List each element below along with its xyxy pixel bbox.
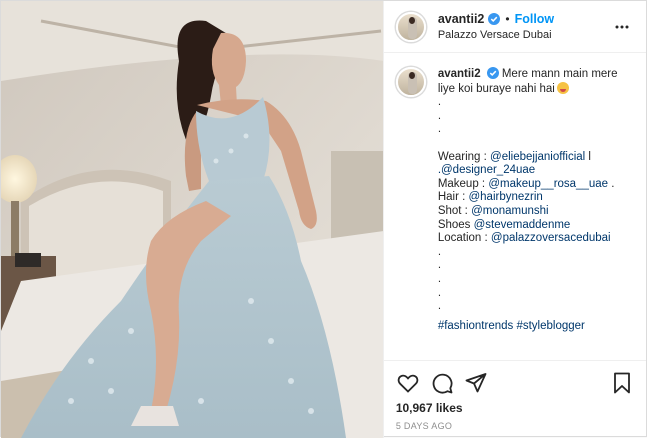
caption-text: avantii2 Mere mann main mere liye koi bu…: [438, 67, 633, 360]
header-text: avantii2 • Follow Palazzo Versace Dubai: [438, 12, 610, 41]
paper-plane-icon[interactable]: [464, 371, 488, 395]
more-options-button[interactable]: [610, 19, 634, 35]
tongue-emoji-icon: [556, 81, 569, 94]
makeup-label: Makeup :: [437, 177, 489, 190]
verified-badge-icon: [488, 13, 501, 25]
post-photo[interactable]: [1, 1, 383, 438]
caption-dot: .: [437, 300, 442, 313]
follow-button[interactable]: Follow: [515, 12, 555, 26]
post-image: [1, 1, 383, 438]
username-link[interactable]: avantii2: [438, 12, 485, 26]
caption-area: avantii2 Mere mann main mere liye koi bu…: [384, 53, 646, 360]
post-actions: 10,967 likes 5 DAYS AGO: [383, 360, 646, 438]
separator-dot: •: [505, 12, 510, 26]
hair-label: Hair :: [437, 191, 469, 204]
location-link[interactable]: Palazzo Versace Dubai: [438, 29, 610, 41]
verified-badge-icon: [486, 67, 499, 79]
timestamp[interactable]: 5 DAYS AGO: [396, 421, 634, 431]
comment-icon[interactable]: [430, 371, 454, 395]
caption-dot: .: [437, 286, 442, 299]
post-header: avantii2 • Follow Palazzo Versace Dubai: [383, 1, 646, 53]
caption-dot: .: [437, 123, 442, 136]
hashtags-link[interactable]: #fashiontrends #styleblogger: [438, 320, 633, 334]
caption-dot: .: [437, 259, 442, 272]
shoes-label: Shoes: [437, 218, 474, 231]
caption-username[interactable]: avantii2: [438, 68, 481, 80]
mention-link[interactable]: @makeup__rosa__uae: [488, 178, 608, 190]
likes-count[interactable]: 10,967 likes: [396, 401, 634, 415]
post-side-panel: avantii2 • Follow Palazzo Versace Dubai: [382, 1, 646, 438]
caption-line-2: liye koi buraye nahi hai: [437, 82, 555, 95]
mention-link[interactable]: @hairbynezrin: [468, 191, 542, 203]
bookmark-icon[interactable]: [610, 371, 634, 395]
wearing-label: Wearing :: [437, 150, 491, 163]
wearing-separator: l: [585, 150, 591, 163]
caption-line-1: Mere mann main mere: [501, 68, 618, 80]
shot-label: Shot :: [437, 204, 472, 217]
makeup-suffix: .: [608, 177, 615, 190]
mention-link[interactable]: @monamunshi: [471, 205, 549, 217]
location-label: Location :: [437, 232, 491, 245]
avatar[interactable]: [395, 11, 426, 42]
mention-link[interactable]: @stevemaddenme: [474, 219, 571, 231]
instagram-post: avantii2 • Follow Palazzo Versace Dubai: [0, 0, 647, 438]
more-options-icon: [615, 25, 629, 28]
heart-icon[interactable]: [396, 371, 420, 395]
caption-dot: .: [437, 109, 442, 122]
action-icons: [396, 369, 634, 397]
caption-avatar[interactable]: [395, 67, 426, 97]
caption-dot: .: [437, 96, 442, 109]
mention-link[interactable]: @eliebejjaniofficial: [490, 151, 585, 163]
mention-link[interactable]: .@designer_24uae: [438, 164, 535, 176]
mention-link[interactable]: @palazzoversacedubai: [491, 232, 611, 244]
caption-dot: .: [437, 245, 442, 258]
caption-dot: .: [437, 272, 442, 285]
